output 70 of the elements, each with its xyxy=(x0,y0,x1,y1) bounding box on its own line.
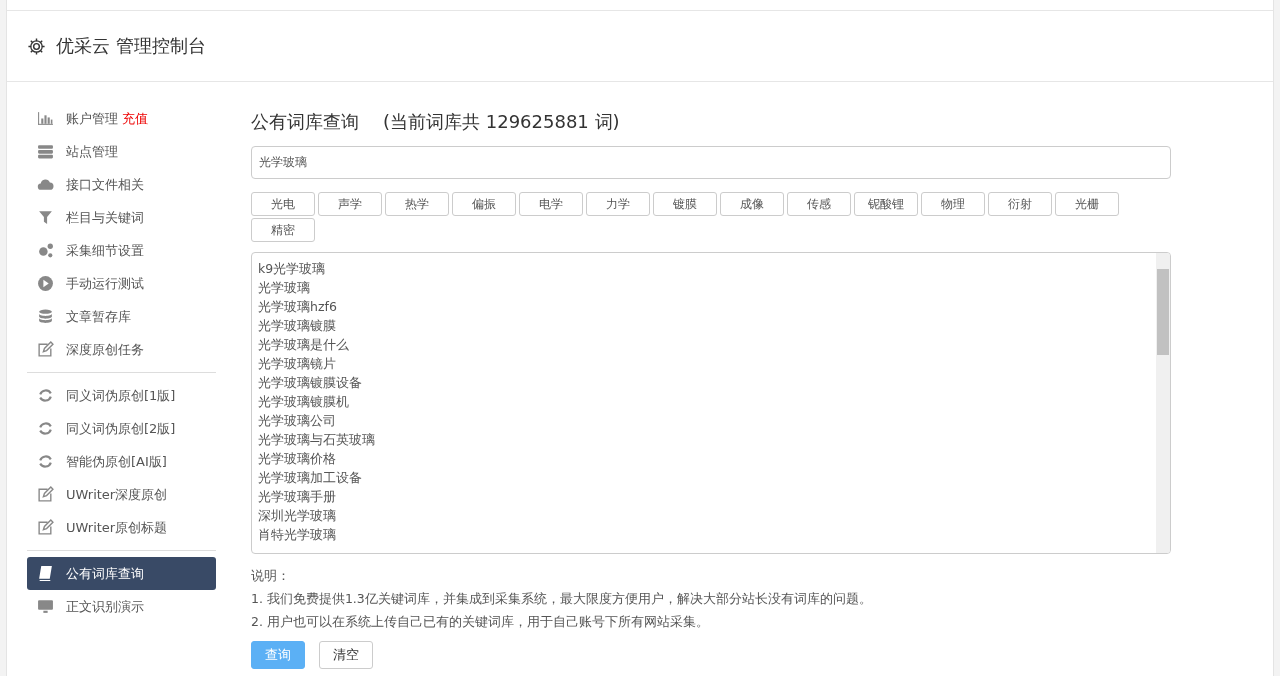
result-item[interactable]: 光学玻璃 xyxy=(258,278,1150,297)
sidebar-item[interactable]: 手动运行测试 xyxy=(27,267,216,300)
note-text: 2. 用户也可以在系统上传自己已有的关键词库，用于自己账号下所有网站采集。 xyxy=(251,613,710,631)
edit-icon xyxy=(37,519,54,536)
result-item[interactable]: 光学玻璃镜片 xyxy=(258,354,1150,373)
sidebar-item[interactable]: 智能伪原创[AI版] xyxy=(27,445,216,478)
result-item[interactable]: 光学玻璃是什么 xyxy=(258,335,1150,354)
sidebar-item[interactable]: 账户管理 充值 xyxy=(27,102,216,135)
sidebar-item[interactable]: 站点管理 xyxy=(27,135,216,168)
keyword-tag[interactable]: 传感 xyxy=(787,192,851,216)
result-list[interactable]: k9光学玻璃 光学玻璃 光学玻璃hzf6 光学玻璃镀膜 光学玻璃是什么 光学玻璃镜片 光学玻璃镀膜设备 光学玻璃镀膜机 光学玻璃公司 光学玻璃与石英玻璃 光学玻璃价格 光学玻璃加工设备 光学玻璃手册 深圳光学玻璃 肖特光学玻璃 xyxy=(251,252,1171,554)
result-item[interactable]: 光学玻璃镀膜设备 xyxy=(258,373,1150,392)
result-item[interactable]: 光学玻璃公司 xyxy=(258,411,1150,430)
edit-icon xyxy=(37,341,54,358)
keyword-tag[interactable]: 电学 xyxy=(519,192,583,216)
chart-icon xyxy=(37,110,54,127)
result-item[interactable]: 深圳光学玻璃 xyxy=(258,506,1150,525)
note-text: 1. 我们免费提供1.3亿关键词库，并集成到采集系统，最大限度方便用户，解决大部分站长没有词库的问题。 xyxy=(251,590,873,608)
monitor-icon xyxy=(37,598,54,615)
search-field[interactable]: 光学玻璃 xyxy=(251,146,1171,179)
result-item[interactable]: 肖特光学玻璃 xyxy=(258,525,1150,544)
keyword-tag[interactable]: 光栅 xyxy=(1055,192,1119,216)
play-icon xyxy=(37,275,54,292)
keyword-tag[interactable]: 物理 xyxy=(921,192,985,216)
sidebar-item[interactable]: 正文识别演示 xyxy=(27,590,216,623)
console-title: 优采云 管理控制台 xyxy=(56,34,206,58)
edit-icon xyxy=(37,486,54,503)
sidebar-item[interactable]: 同义词伪原创[2版] xyxy=(27,412,216,445)
database-icon xyxy=(37,308,54,325)
keyword-tag[interactable]: 精密 xyxy=(251,218,315,242)
sidebar-item[interactable]: 栏目与关键词 xyxy=(27,201,216,234)
word-count: (当前词库共 129625881 词) xyxy=(383,110,620,134)
keyword-tag[interactable]: 镀膜 xyxy=(653,192,717,216)
page-title: 公有词库查询 xyxy=(251,110,359,134)
settings-icon xyxy=(27,36,46,56)
note-text: 说明： xyxy=(251,567,291,585)
keyword-tag[interactable]: 声学 xyxy=(318,192,382,216)
sidebar-item[interactable]: UWriter深度原创 xyxy=(27,478,216,511)
cloud-icon xyxy=(37,176,54,193)
server-icon xyxy=(37,143,54,160)
keyword-tag[interactable]: 力学 xyxy=(586,192,650,216)
recharge-link[interactable]: 充值 xyxy=(122,109,148,128)
sidebar-item[interactable]: 同义词伪原创[1版] xyxy=(27,379,216,412)
result-item[interactable]: k9光学玻璃 xyxy=(258,259,1150,278)
clear-button[interactable]: 清空 xyxy=(319,641,373,669)
result-item[interactable]: 光学玻璃与石英玻璃 xyxy=(258,430,1150,449)
book-icon xyxy=(37,565,54,582)
result-item[interactable]: 光学玻璃镀膜机 xyxy=(258,392,1150,411)
keyword-tag[interactable]: 光电 xyxy=(251,192,315,216)
result-item[interactable]: 光学玻璃价格 xyxy=(258,449,1150,468)
sidebar-item[interactable]: 采集细节设置 xyxy=(27,234,216,267)
keyword-tag[interactable]: 热学 xyxy=(385,192,449,216)
scrollbar[interactable] xyxy=(1156,253,1170,553)
sidebar-item[interactable]: 文章暂存库 xyxy=(27,300,216,333)
keyword-tag[interactable]: 衍射 xyxy=(988,192,1052,216)
result-item[interactable]: 光学玻璃hzf6 xyxy=(258,297,1150,316)
refresh-icon xyxy=(37,420,54,437)
sidebar-item[interactable]: 接口文件相关 xyxy=(27,168,216,201)
result-item[interactable]: 光学玻璃加工设备 xyxy=(258,468,1150,487)
sidebar-item[interactable]: 深度原创任务 xyxy=(27,333,216,366)
keyword-tag[interactable]: 铌酸锂 xyxy=(854,192,918,216)
filter-icon xyxy=(37,209,54,226)
result-item[interactable]: 光学玻璃镀膜 xyxy=(258,316,1150,335)
sidebar-item[interactable]: 公有词库查询 xyxy=(27,557,216,590)
refresh-icon xyxy=(37,387,54,404)
result-item[interactable]: 光学玻璃手册 xyxy=(258,487,1150,506)
keyword-tag[interactable]: 成像 xyxy=(720,192,784,216)
refresh-icon xyxy=(37,453,54,470)
keyword-tag[interactable]: 偏振 xyxy=(452,192,516,216)
sidebar-item[interactable]: UWriter原创标题 xyxy=(27,511,216,544)
